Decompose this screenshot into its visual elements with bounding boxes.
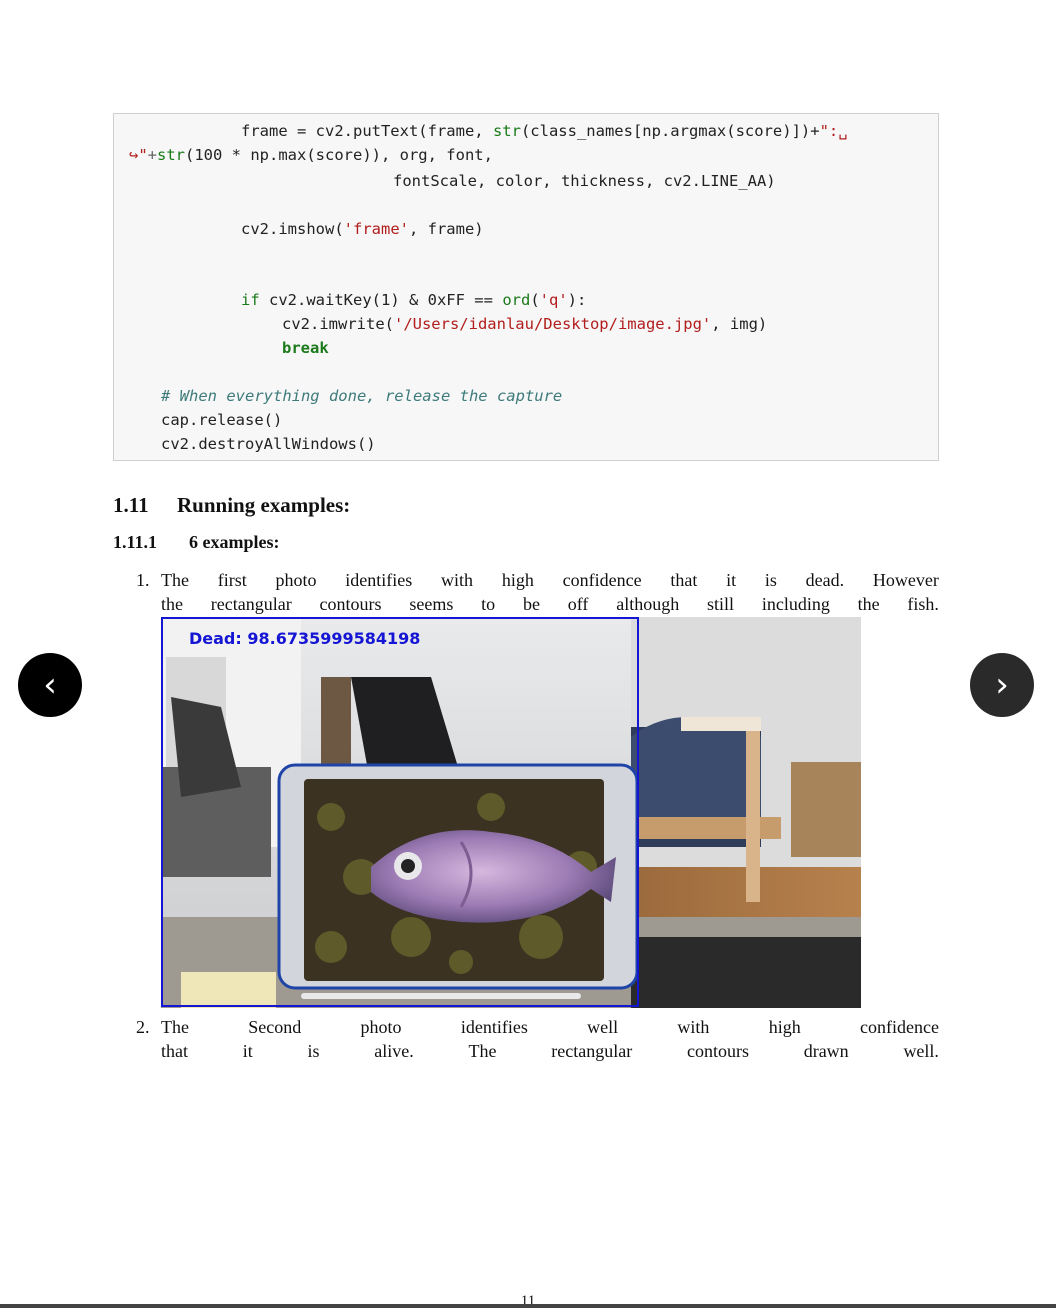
word: that bbox=[670, 570, 698, 590]
word: contours bbox=[319, 594, 382, 614]
word: first bbox=[217, 570, 247, 590]
word: the bbox=[161, 594, 183, 614]
word: identifies bbox=[345, 570, 413, 590]
chevron-right-icon: › bbox=[995, 665, 1009, 705]
code-line: cv2.imshow('frame', frame) bbox=[241, 220, 484, 238]
word: photo bbox=[275, 570, 317, 590]
word: although bbox=[616, 594, 680, 614]
word: it bbox=[726, 570, 737, 590]
code-line: ↪"+str(100 * np.max(score)), org, font, bbox=[129, 146, 493, 164]
word: including bbox=[761, 594, 830, 614]
code-line: cap.release() bbox=[161, 411, 283, 429]
word: The bbox=[161, 570, 189, 590]
word: identifies bbox=[460, 1017, 528, 1037]
word: well. bbox=[903, 1041, 939, 1061]
word: to bbox=[481, 594, 496, 614]
list-item-text-line: The first photo identifies with high con… bbox=[161, 570, 939, 591]
code-cell: frame = cv2.putText(frame, str(class_nam… bbox=[113, 113, 939, 461]
word: rectangular bbox=[551, 1041, 633, 1061]
word: However bbox=[872, 570, 939, 590]
code-line: frame = cv2.putText(frame, str(class_nam… bbox=[241, 122, 848, 140]
word: The bbox=[161, 1017, 189, 1037]
detection-label: Dead: 98.6735999584198 bbox=[189, 629, 420, 648]
code-comment: # When everything done, release the capt… bbox=[161, 387, 563, 405]
word: still bbox=[707, 594, 735, 614]
list-item-number: 1. bbox=[136, 570, 150, 590]
list-item-text-line: The Second photo identifies well with hi… bbox=[161, 1017, 939, 1038]
word: off bbox=[567, 594, 589, 614]
word: dead. bbox=[805, 570, 845, 590]
word: Second bbox=[248, 1017, 302, 1037]
word: be bbox=[522, 594, 540, 614]
list-item-text-line: the rectangular contours seems to be off… bbox=[161, 594, 939, 615]
subsection-number: 1.11.1 bbox=[113, 532, 158, 552]
word: The bbox=[468, 1041, 497, 1061]
word: that bbox=[161, 1041, 188, 1061]
word: confidence bbox=[562, 570, 642, 590]
word: with bbox=[677, 1017, 710, 1037]
previous-page-button[interactable]: ‹ bbox=[18, 653, 82, 717]
word: contours bbox=[686, 1041, 749, 1061]
word: drawn bbox=[803, 1041, 849, 1061]
word: the bbox=[857, 594, 880, 614]
code-line: cv2.destroyAllWindows() bbox=[161, 435, 376, 453]
word: it bbox=[242, 1041, 253, 1061]
word: is bbox=[764, 570, 777, 590]
code-line: break bbox=[282, 339, 329, 357]
code-line: cv2.imwrite('/Users/idanlau/Desktop/imag… bbox=[282, 315, 768, 333]
word: with bbox=[441, 570, 474, 590]
word: is bbox=[307, 1041, 320, 1061]
word: photo bbox=[360, 1017, 402, 1037]
code-line: fontScale, color, thickness, cv2.LINE_AA… bbox=[393, 172, 776, 190]
word: high bbox=[501, 570, 534, 590]
word: seems bbox=[409, 594, 454, 614]
code-line: if cv2.waitKey(1) & 0xFF == ord('q'): bbox=[241, 291, 587, 309]
word: confidence bbox=[859, 1017, 939, 1037]
word: high bbox=[768, 1017, 801, 1037]
word: fish. bbox=[907, 594, 939, 614]
next-page-button[interactable]: › bbox=[970, 653, 1034, 717]
subsection-title: 6 examples: bbox=[189, 532, 280, 552]
word: well bbox=[587, 1017, 619, 1037]
word: alive. bbox=[374, 1041, 414, 1061]
section-title: Running examples: bbox=[177, 493, 351, 517]
chevron-left-icon: ‹ bbox=[43, 665, 57, 705]
example-photo: Dead: 98.6735999584198 bbox=[161, 617, 861, 1008]
section-number: 1.11 bbox=[113, 493, 149, 517]
webcam-frame-illustration: Dead: 98.6735999584198 bbox=[161, 617, 861, 1008]
word: rectangular bbox=[210, 594, 292, 614]
list-item-text-line: that it is alive. The rectangular contou… bbox=[161, 1041, 939, 1062]
list-item-number: 2. bbox=[136, 1017, 150, 1037]
bottom-scrollbar[interactable] bbox=[0, 1304, 1056, 1308]
